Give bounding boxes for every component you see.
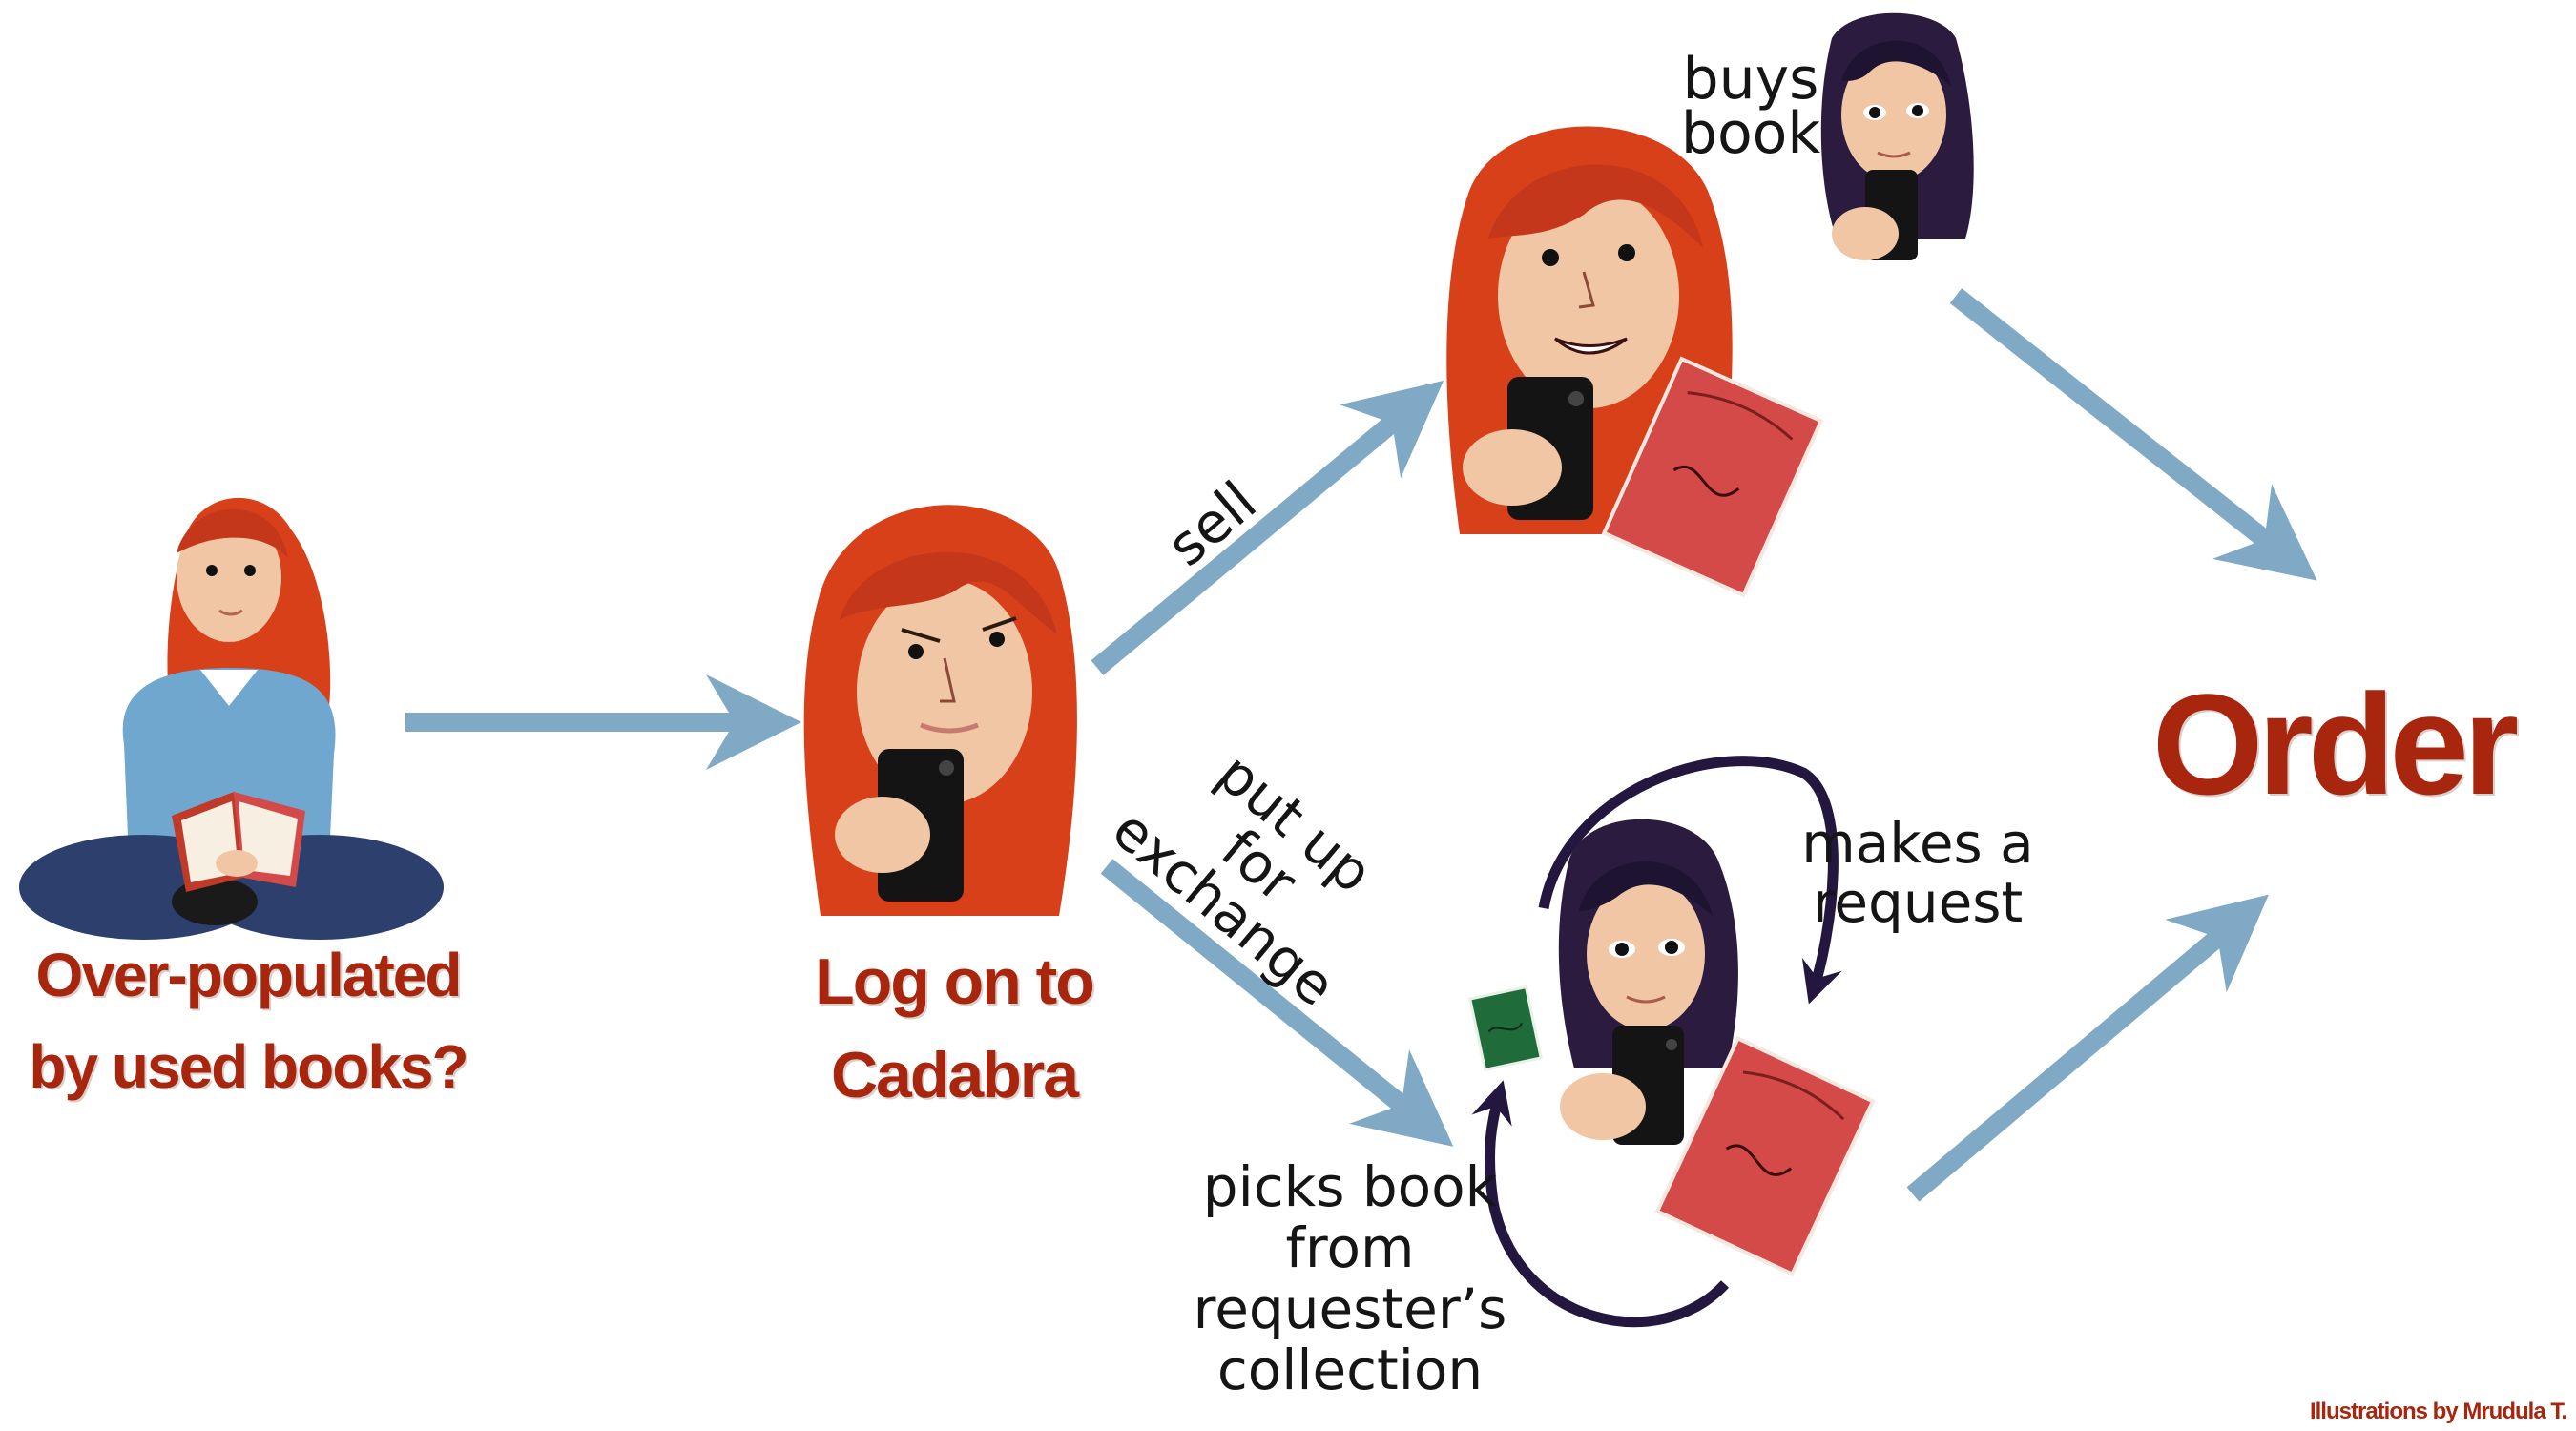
request-label: makes a request bbox=[1784, 816, 2051, 930]
buys-label-line-1: buys bbox=[1682, 46, 1819, 113]
picks-label: picks book from requester’s collection bbox=[1174, 1159, 1527, 1398]
buys-label: buys book bbox=[1665, 46, 1837, 167]
picks-label-line-3: requester’s bbox=[1193, 1276, 1507, 1341]
order-label: Order bbox=[2151, 664, 2519, 824]
picks-label-line-2: from bbox=[1285, 1215, 1415, 1280]
start-label: Over-populated by used books? bbox=[0, 944, 496, 1097]
user-with-phone-illustration bbox=[803, 505, 1077, 916]
login-label: Log on to Cadabra bbox=[763, 949, 1145, 1108]
credit-label: Illustrations by Mrudula T. bbox=[2309, 1399, 2567, 1424]
picks-label-line-4: collection bbox=[1216, 1338, 1484, 1402]
reader-illustration bbox=[19, 497, 444, 940]
login-label-line-2: Cadabra bbox=[830, 1039, 1079, 1111]
green-book-icon bbox=[1467, 985, 1544, 1072]
buys-label-line-2: book bbox=[1680, 100, 1821, 167]
buyer-illustration bbox=[1820, 12, 1974, 260]
flow-diagram: Over-populated by used books? Log on to … bbox=[0, 0, 2576, 1431]
request-label-line-2: request bbox=[1812, 870, 2024, 935]
start-label-line-1: Over-populated bbox=[35, 941, 463, 1009]
login-label-line-1: Log on to bbox=[815, 945, 1095, 1018]
start-label-line-2: by used books? bbox=[29, 1032, 468, 1101]
request-label-line-1: makes a bbox=[1801, 811, 2034, 876]
red-book-icon-exchange bbox=[1654, 1035, 1876, 1277]
picks-label-line-1: picks book bbox=[1202, 1154, 1498, 1219]
